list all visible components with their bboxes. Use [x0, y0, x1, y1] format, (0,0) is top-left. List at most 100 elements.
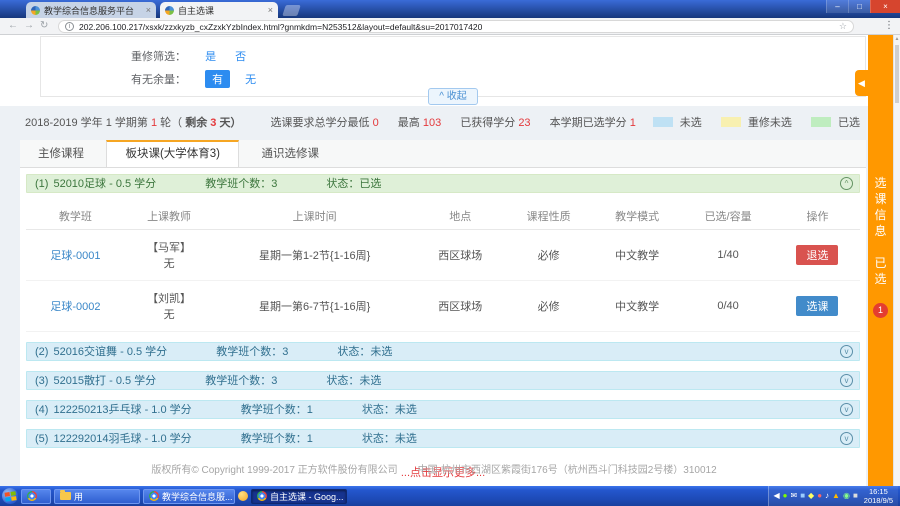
browser-tab-title: 自主选课	[178, 4, 214, 17]
clock-date: 2018/9/5	[864, 496, 893, 505]
group-title: 122250213乒乓球 - 1.0 学分	[53, 404, 191, 416]
col-teacher: 上课教师	[125, 203, 213, 230]
col-place: 地点	[416, 203, 504, 230]
filter-option-has-capacity[interactable]: 有	[205, 70, 230, 88]
tray-collapse-icon[interactable]: ◀	[774, 491, 780, 501]
taskbar-course-selection-button[interactable]: 自主选课 - Goog...	[251, 489, 347, 504]
tab-block-courses-pe[interactable]: 板块课(大学体育3)	[106, 140, 239, 167]
status-value: 未选	[395, 404, 417, 416]
browser-titlebar: 教学综合信息服务平台 × 自主选课 × – □ ×	[0, 0, 900, 18]
filter-row-capacity: 有无余量： 有 无	[131, 70, 256, 88]
favicon-icon	[165, 6, 174, 15]
tray-icon[interactable]: ■	[800, 491, 805, 501]
tab-close-icon[interactable]: ×	[142, 5, 151, 15]
bookmark-star-icon[interactable]: ☆	[839, 21, 847, 32]
teacher-name: 【马军】	[147, 242, 191, 254]
copyright-footer: 版权所有© Copyright 1999-2017 正方软件股份有限公司 中国·…	[0, 461, 868, 476]
scrollbar-thumb[interactable]	[895, 45, 899, 103]
window-close-button[interactable]: ×	[870, 0, 900, 13]
back-icon[interactable]: ←	[8, 20, 18, 31]
tray-icon[interactable]: ■	[853, 491, 858, 501]
taskbar-folder-button[interactable]: 用	[54, 489, 140, 504]
selected-courses-link[interactable]: 已选	[874, 255, 887, 287]
course-group-dance[interactable]: (2)52016交谊舞 - 0.5 学分 教学班个数：3 状态：未选 v	[26, 342, 860, 361]
system-tray: ◀ ● ✉ ■ ◆ ● ♪ ▲ ◉ ■ 16:15 2018/9/5	[768, 486, 899, 506]
filter-label: 重修筛选：	[131, 51, 186, 63]
status-label: 状态：	[362, 433, 395, 445]
quick-launch-browser-button[interactable]	[21, 489, 51, 504]
scrollbar-up-arrow-icon[interactable]: ▲	[894, 35, 900, 43]
window-controls: – □ ×	[826, 0, 900, 13]
course-group-football[interactable]: (1)52010足球 - 0.5 学分 教学班个数：3 状态：已选 ^	[26, 174, 860, 193]
tray-icon[interactable]: ▲	[832, 491, 840, 501]
remaining-suffix: 天）	[219, 117, 241, 129]
expand-panel-arrow-icon[interactable]: ◀	[855, 70, 868, 96]
url-text[interactable]: 202.206.100.217/xsxk/zzxkyzb_cxZzxkYzbIn…	[79, 22, 835, 32]
refresh-icon[interactable]: ↻	[40, 20, 48, 31]
chevron-down-icon[interactable]: v	[840, 374, 853, 387]
task-button-label: 自主选课 - Goog...	[270, 490, 344, 503]
chevron-down-icon[interactable]: v	[840, 432, 853, 445]
filter-option-no-capacity[interactable]: 无	[245, 74, 256, 86]
collapse-filters-button[interactable]: ^ 收起	[428, 88, 478, 105]
start-button[interactable]	[1, 487, 19, 505]
chevron-down-icon[interactable]: v	[840, 345, 853, 358]
course-list: (1)52010足球 - 0.5 学分 教学班个数：3 状态：已选 ^ 教学班 …	[20, 168, 866, 490]
filter-option-no[interactable]: 否	[235, 51, 246, 63]
window-restore-button[interactable]: □	[848, 0, 870, 13]
tab-close-icon[interactable]: ×	[264, 5, 273, 15]
class-count-value: 3	[282, 346, 288, 358]
tray-icon[interactable]: ✉	[791, 491, 798, 501]
window-minimize-button[interactable]: –	[826, 0, 848, 13]
legend-item: 已选	[811, 117, 860, 129]
class-name-link[interactable]: 足球-0002	[50, 301, 100, 313]
class-count-value: 3	[271, 375, 277, 387]
teacher-name: 【刘凯】	[147, 293, 191, 305]
credit-max-label: 最高	[398, 117, 420, 129]
chrome-icon	[149, 491, 159, 501]
browser-tab-portal[interactable]: 教学综合信息服务平台 ×	[26, 2, 156, 18]
taskbar-app-icon[interactable]	[238, 491, 248, 501]
tray-icon[interactable]: ◉	[843, 491, 850, 501]
status-value: 未选	[370, 346, 392, 358]
status-label: 状态：	[326, 375, 359, 387]
chevron-down-icon[interactable]: v	[840, 403, 853, 416]
class-time: 星期一第6-7节{1-16周}	[213, 281, 416, 332]
page-scrollbar[interactable]: ▲	[893, 35, 900, 486]
class-count-label: 教学班个数：	[241, 404, 307, 416]
capacity-value: 1/40	[681, 230, 775, 281]
credit-earned-value: 23	[518, 117, 530, 129]
tray-icon[interactable]: ●	[817, 491, 822, 501]
class-name-link[interactable]: 足球-0001	[50, 250, 100, 262]
browser-tab-course-selection[interactable]: 自主选课 ×	[160, 2, 278, 18]
screen: 教学综合信息服务平台 × 自主选课 × – □ × ← → ↻ i 202.20…	[0, 0, 900, 506]
course-group-badminton[interactable]: (5)122292014羽毛球 - 1.0 学分 教学班个数：1 状态：未选 v	[26, 429, 860, 448]
class-count-label: 教学班个数：	[241, 433, 307, 445]
chrome-icon	[27, 491, 37, 501]
tray-icon[interactable]: ◆	[808, 491, 814, 501]
filter-panel: 重修筛选： 是 否 有无余量： 有 无 ^ 收起	[40, 36, 866, 97]
tab-major-courses[interactable]: 主修课程	[20, 141, 102, 168]
forward-icon[interactable]: →	[24, 20, 34, 31]
browser-menu-icon[interactable]: ⋮	[884, 20, 894, 31]
filter-option-yes[interactable]: 是	[205, 51, 216, 63]
status-legend: 未选 重修未选 已选	[637, 114, 860, 130]
drop-course-button[interactable]: 退选	[796, 245, 838, 265]
select-course-button[interactable]: 选课	[796, 296, 838, 316]
course-group-pingpong[interactable]: (4)122250213乒乓球 - 1.0 学分 教学班个数：1 状态：未选 v	[26, 400, 860, 419]
credit-selected-label: 本学期已选学分	[550, 117, 627, 129]
page-info-icon[interactable]: i	[65, 22, 74, 31]
filter-label: 有无余量：	[131, 74, 186, 86]
new-tab-button[interactable]	[282, 5, 301, 16]
tray-icon[interactable]: ♪	[825, 491, 829, 501]
chevron-up-icon[interactable]: ^	[840, 177, 853, 190]
taskbar-clock[interactable]: 16:15 2018/9/5	[864, 487, 893, 506]
address-bar[interactable]: i 202.206.100.217/xsxk/zzxkyzb_cxZzxkYzb…	[58, 20, 854, 33]
legend-swatch-retake	[721, 117, 741, 127]
tray-icon[interactable]: ●	[783, 491, 788, 501]
tab-general-electives[interactable]: 通识选修课	[243, 141, 337, 168]
group-index: (3)	[35, 375, 48, 387]
taskbar-portal-button[interactable]: 教学综合信息服...	[143, 489, 235, 504]
course-group-sanda[interactable]: (3)52015散打 - 0.5 学分 教学班个数：3 状态：未选 v	[26, 371, 860, 390]
class-count-label: 教学班个数：	[216, 346, 282, 358]
